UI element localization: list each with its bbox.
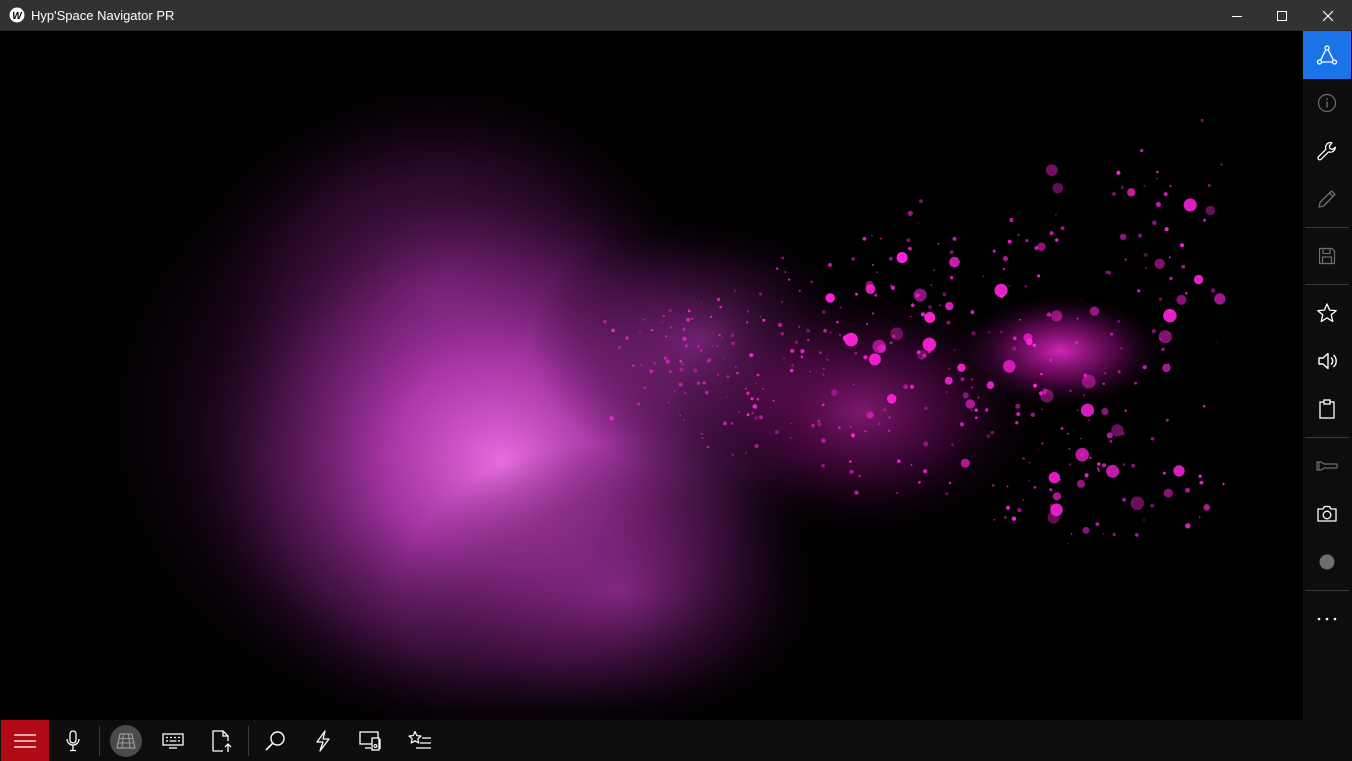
lightning-icon (316, 729, 330, 752)
keyboard-button[interactable] (149, 720, 197, 761)
info-icon (1317, 93, 1337, 113)
toolbar-divider (1305, 437, 1349, 438)
grid-selected-highlight (110, 724, 142, 757)
minimize-button[interactable] (1214, 0, 1260, 31)
minimize-icon (1232, 15, 1242, 17)
camera-icon (1317, 505, 1337, 522)
lightning-button[interactable] (299, 720, 347, 761)
toolbar-divider (99, 726, 100, 756)
hamburger-menu-icon (14, 733, 36, 748)
wrench-icon (1317, 141, 1336, 161)
svg-text:W: W (12, 11, 23, 22)
search-button[interactable] (251, 720, 299, 761)
favorites-list-button[interactable] (396, 720, 444, 761)
record-button[interactable] (1303, 538, 1351, 586)
save-button[interactable] (1303, 232, 1351, 280)
close-icon (1322, 10, 1334, 21)
file-export-button[interactable] (198, 720, 246, 761)
clipboard-button[interactable] (1303, 385, 1351, 433)
clipboard-icon (1319, 399, 1335, 419)
grid-icon (116, 732, 136, 749)
right-toolbar (1303, 31, 1352, 761)
more-icon (1317, 617, 1337, 621)
favorite-button[interactable] (1303, 289, 1351, 337)
title-bar: W Hyp'Space Navigator PR (0, 0, 1352, 31)
main-viewport[interactable] (1, 31, 1303, 720)
volume-icon (1318, 352, 1337, 370)
star-icon (1317, 303, 1337, 323)
maximize-icon (1277, 10, 1287, 21)
microphone-icon (66, 729, 80, 751)
favorites-list-icon (408, 730, 431, 749)
toolbar-divider (1305, 590, 1349, 591)
media-devices-button[interactable] (347, 720, 395, 761)
powder-explosion-image (1, 31, 1303, 720)
network-button[interactable] (1303, 31, 1351, 79)
info-button[interactable] (1303, 79, 1351, 127)
save-icon (1318, 247, 1336, 265)
keyboard-icon (162, 732, 184, 749)
bottom-toolbar (0, 720, 1303, 761)
menu-button[interactable] (1, 720, 49, 761)
maximize-button[interactable] (1259, 0, 1305, 31)
volume-button[interactable] (1303, 337, 1351, 385)
media-devices-icon (359, 730, 381, 751)
camera-button[interactable] (1303, 490, 1351, 538)
pencil-icon (1318, 190, 1336, 208)
close-button[interactable] (1305, 0, 1351, 31)
flashlight-icon (1316, 461, 1338, 471)
record-icon (1319, 554, 1335, 570)
toolbar-divider (1305, 284, 1349, 285)
window-title: Hyp'Space Navigator PR (31, 8, 175, 23)
more-button[interactable] (1303, 595, 1351, 643)
toolbar-divider (1305, 227, 1349, 228)
tools-button[interactable] (1303, 127, 1351, 175)
file-export-icon (212, 729, 232, 752)
network-icon (1316, 45, 1338, 65)
grid-button[interactable] (102, 720, 150, 761)
edit-button[interactable] (1303, 175, 1351, 223)
flashlight-button[interactable] (1303, 442, 1351, 490)
microphone-button[interactable] (49, 720, 97, 761)
search-icon (265, 730, 285, 751)
app-logo-icon: W (9, 7, 25, 23)
toolbar-divider (248, 726, 249, 756)
